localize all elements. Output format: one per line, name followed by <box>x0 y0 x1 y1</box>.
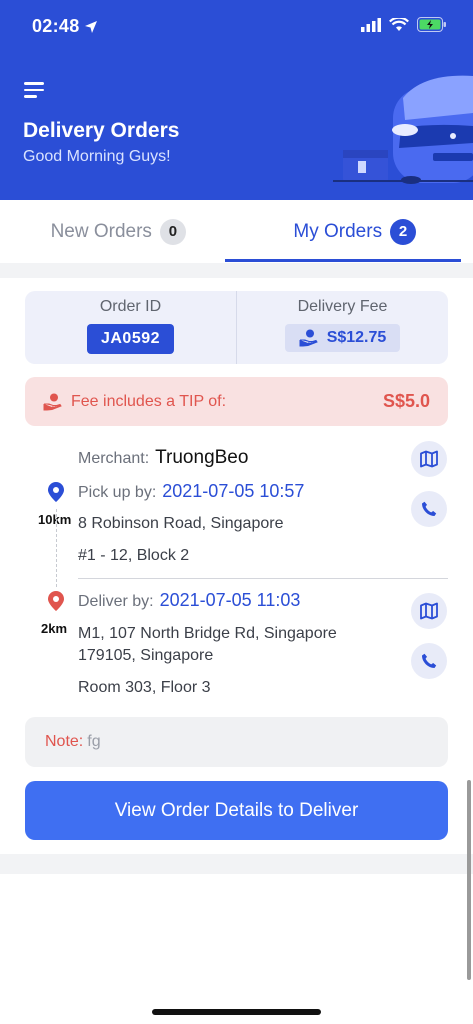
tab-new-orders[interactable]: New Orders 0 <box>0 200 237 263</box>
order-id-label: Order ID <box>99 298 162 315</box>
phone-icon <box>422 653 437 668</box>
merchant-name: TruongBeo <box>155 447 249 468</box>
tab-label: My Orders <box>293 220 383 242</box>
page-subtitle: Good Morning Guys! <box>23 148 171 165</box>
home-indicator[interactable] <box>152 1009 321 1015</box>
delivery-fee-label: Delivery Fee <box>297 298 388 315</box>
tab-count-badge: 0 <box>159 218 186 245</box>
order-tabs: New Orders 0 My Orders 2 <box>0 200 473 263</box>
order-id-section: Order ID JA0592 <box>25 291 236 364</box>
dropoff-time-row: Deliver by: 2021-07-05 11:03 <box>78 590 300 611</box>
wifi-icon <box>389 17 409 31</box>
route-connector-line <box>56 509 57 587</box>
location-arrow-icon <box>84 20 97 33</box>
dropoff-address-line1: M1, 107 North Bridge Rd, Singapore <box>78 625 337 642</box>
note-label: Note: <box>45 733 84 750</box>
pickup-unit: #1 - 12, Block 2 <box>78 547 190 564</box>
menu-button[interactable] <box>24 82 46 100</box>
tab-count-badge: 2 <box>390 218 417 245</box>
phone-icon <box>422 501 437 516</box>
view-order-details-button[interactable]: View Order Details to Deliver <box>25 781 448 840</box>
pickup-distance: 10km <box>38 512 72 527</box>
map-icon <box>420 450 438 468</box>
delivery-fee-value: S$12.75 <box>326 329 387 346</box>
map-icon <box>420 602 438 620</box>
status-time-text: 02:48 <box>32 16 80 36</box>
page-title: Delivery Orders <box>23 119 180 142</box>
dropoff-unit: Room 303, Floor 3 <box>78 679 211 696</box>
pickup-time-row: Pick up by: 2021-07-05 10:57 <box>78 481 304 502</box>
merchant-row: Merchant: TruongBeo <box>78 447 248 469</box>
pickup-by-label: Pick up by: <box>78 484 157 501</box>
pickup-map-button[interactable] <box>411 441 447 477</box>
delivery-fee-chip: S$12.75 <box>284 324 401 352</box>
tip-value: S$5.0 <box>382 391 430 411</box>
signal-icon <box>361 17 381 32</box>
active-tab-indicator <box>225 259 461 262</box>
hand-money-icon <box>299 329 318 347</box>
header: 02:48 Delivery Orders Good Morning Guys! <box>0 0 473 200</box>
dropoff-address-line2: 179105, Singapore <box>78 647 214 664</box>
status-icons <box>361 17 447 32</box>
dropoff-map-button[interactable] <box>411 593 447 629</box>
dropoff-pin-icon <box>48 591 64 611</box>
pickup-pin-icon <box>48 482 64 502</box>
scrollbar[interactable] <box>467 780 471 980</box>
deliver-by-label: Deliver by: <box>78 593 154 610</box>
hand-money-icon <box>43 393 62 410</box>
pickup-address: 8 Robinson Road, Singapore <box>78 515 284 532</box>
screen: 02:48 Delivery Orders Good Morning Guys!… <box>0 0 473 1024</box>
tab-label: New Orders <box>50 220 152 242</box>
dropoff-time: 2021-07-05 11:03 <box>159 590 301 610</box>
pickup-time: 2021-07-05 10:57 <box>162 481 305 501</box>
dropoff-call-button[interactable] <box>411 643 447 679</box>
tab-my-orders[interactable]: My Orders 2 <box>237 200 473 263</box>
dropoff-distance: 2km <box>41 621 68 636</box>
order-summary-box: Order ID JA0592 Delivery Fee S$12.75 <box>25 291 448 364</box>
merchant-label: Merchant: <box>78 450 150 467</box>
note-value: fg <box>87 733 101 750</box>
pickup-call-button[interactable] <box>411 491 447 527</box>
battery-icon <box>417 17 446 32</box>
order-id-value: JA0592 <box>86 324 175 354</box>
delivery-car-illustration <box>333 75 473 184</box>
tip-text: Fee includes a TIP of: <box>71 392 227 410</box>
delivery-fee-section: Delivery Fee S$12.75 <box>236 291 448 364</box>
route-divider <box>78 578 448 579</box>
section-divider-bottom <box>0 854 473 874</box>
tip-banner: Fee includes a TIP of: S$5.0 <box>25 377 448 426</box>
order-note: Note: fg <box>25 717 448 767</box>
status-time: 02:48 <box>32 16 98 37</box>
section-divider <box>0 263 473 278</box>
